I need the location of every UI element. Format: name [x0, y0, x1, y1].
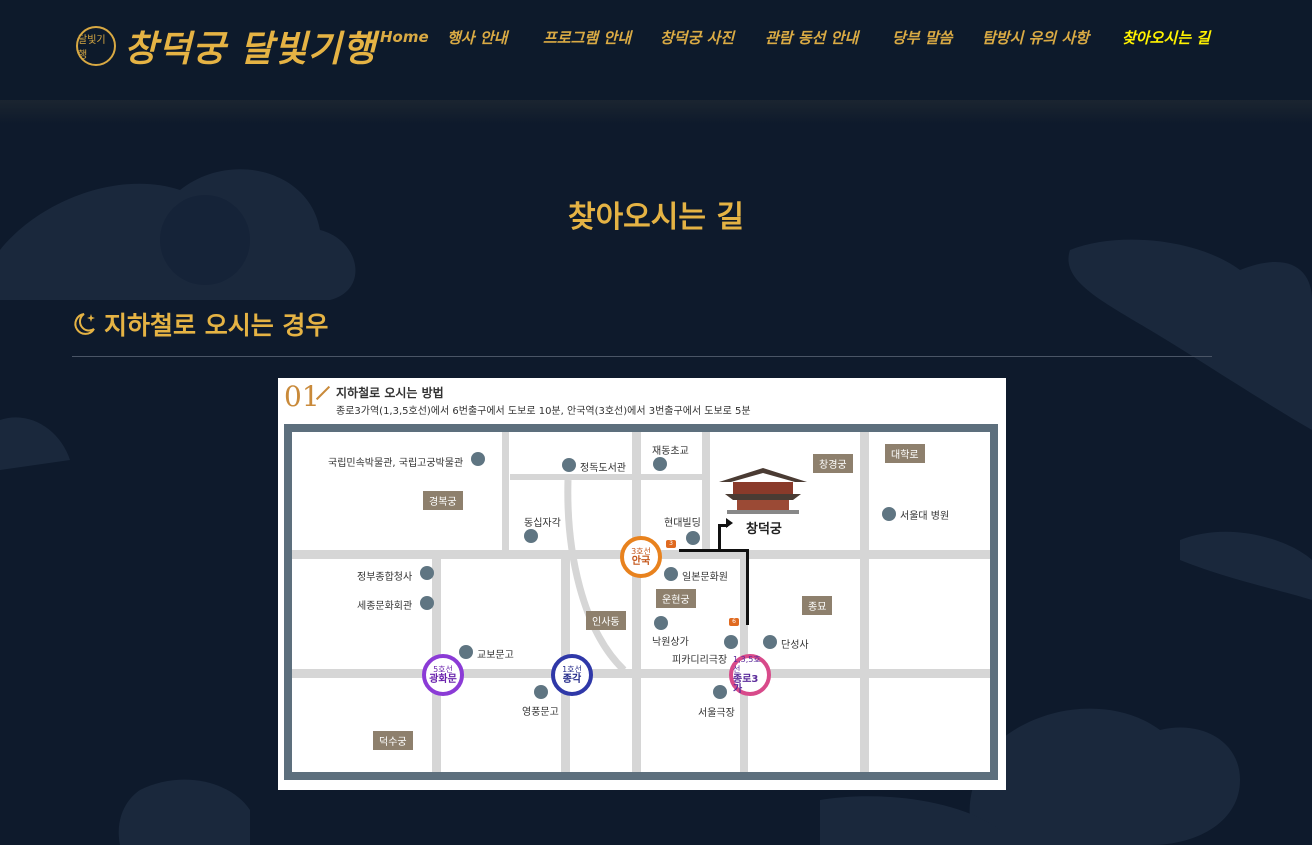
section-title: 지하철로 오시는 경우 — [104, 311, 329, 340]
station-name: 안국 — [631, 556, 651, 567]
moon-star-icon — [74, 313, 95, 335]
nav-item-route-guide[interactable]: 관람 동선 안내 — [765, 27, 858, 48]
place-marker — [562, 458, 576, 472]
section-heading: 지하철로 오시는 경우 — [72, 306, 328, 342]
place-label: 정부종합청사 — [357, 572, 413, 583]
area-tag: 대학로 — [885, 444, 925, 463]
nav-item-event-info[interactable]: 행사 안내 — [447, 27, 507, 48]
place-marker — [713, 685, 727, 699]
nav-item-program-info[interactable]: 프로그램 안내 — [543, 27, 631, 48]
top-navigation-bar: 달빛기행 창덕궁 달빛기행 Home 행사 안내 프로그램 안내 창덕궁 사진 … — [0, 0, 1312, 100]
logo-text: 창덕궁 달빛기행 — [124, 28, 377, 70]
place-label: 단성사 — [781, 640, 809, 651]
logo-emblem-text: 달빛기행 — [78, 35, 106, 61]
place-label: 재동초교 — [652, 446, 689, 457]
map-step-number: 01 — [284, 380, 320, 413]
exit-badge: 3 — [666, 540, 676, 548]
place-marker — [653, 457, 667, 471]
route-line — [721, 549, 749, 552]
curved-road — [564, 480, 627, 673]
place-label: 서울극장 — [698, 708, 735, 719]
main-nav: Home 행사 안내 프로그램 안내 창덕궁 사진 관람 동선 안내 당부 말씀… — [380, 25, 1212, 49]
area-tag: 경복궁 — [423, 491, 463, 510]
place-label: 교보문고 — [477, 650, 514, 661]
station-gwanghwamun: 5호선 광화문 — [422, 654, 464, 696]
nav-item-home[interactable]: Home — [380, 28, 429, 46]
route-arrow-icon — [726, 518, 733, 528]
place-label: 피카디리극장 — [672, 655, 728, 666]
directions-map: 01 지하철로 오시는 방법 종로3가역(1,3,5호선)에서 6번출구에서 도… — [278, 378, 1006, 790]
place-label: 영풍문고 — [522, 707, 559, 718]
exit-badge: 6 — [729, 618, 739, 626]
area-tag: 덕수궁 — [373, 731, 413, 750]
place-marker — [654, 616, 668, 630]
place-label: 정독도서관 — [580, 463, 626, 474]
place-marker — [686, 531, 700, 545]
place-label: 서울대 병원 — [900, 511, 950, 522]
place-label: 동십자각 — [524, 518, 561, 529]
area-tag: 창경궁 — [813, 454, 853, 473]
road — [702, 432, 710, 550]
landmark-label: 창덕궁 — [746, 522, 782, 537]
place-marker — [459, 645, 473, 659]
station-name: 광화문 — [429, 674, 457, 685]
map-frame: 국립민속박물관, 국립고궁박물관 정독도서관 재동초교 동십자각 현대빌딩 창덕… — [284, 424, 998, 780]
place-label: 현대빌딩 — [664, 518, 701, 529]
map-subtitle: 종로3가역(1,3,5호선)에서 6번출구에서 도보로 10분, 안국역(3호선… — [336, 406, 751, 417]
area-tag: 종묘 — [802, 596, 833, 615]
nav-item-notice[interactable]: 당부 말씀 — [892, 27, 952, 48]
place-marker — [763, 635, 777, 649]
area-tag: 운현궁 — [656, 589, 696, 608]
map-title: 지하철로 오시는 방법 — [336, 386, 444, 400]
route-line — [718, 525, 721, 551]
road — [502, 432, 509, 550]
place-marker — [420, 596, 434, 610]
place-marker — [664, 567, 678, 581]
logo-emblem-icon: 달빛기행 — [76, 26, 116, 66]
nav-item-directions[interactable]: 찾아오시는 길 — [1122, 27, 1210, 48]
palace-illustration — [719, 468, 807, 514]
site-logo[interactable]: 달빛기행 창덕궁 달빛기행 — [76, 24, 376, 70]
place-label: 낙원상가 — [652, 637, 689, 648]
station-name: 종로3가 — [733, 674, 759, 695]
topbar-shadow — [0, 100, 1312, 124]
station-name: 종각 — [562, 674, 582, 685]
nav-item-photos[interactable]: 창덕궁 사진 — [660, 27, 734, 48]
nav-item-precautions[interactable]: 탐방시 유의 사항 — [982, 27, 1089, 48]
page-title: 찾아오시는 길 — [567, 200, 745, 235]
place-marker — [524, 529, 538, 543]
map-area: 국립민속박물관, 국립고궁박물관 정독도서관 재동초교 동십자각 현대빌딩 창덕… — [292, 432, 990, 772]
road — [860, 432, 869, 772]
route-line — [746, 549, 749, 625]
place-label: 국립민속박물관, 국립고궁박물관 — [328, 458, 464, 469]
place-marker — [420, 566, 434, 580]
place-marker — [724, 635, 738, 649]
place-marker — [534, 685, 548, 699]
route-line — [679, 549, 721, 552]
place-label: 세종문화회관 — [357, 601, 413, 612]
station-jonggak: 1호선 종각 — [551, 654, 593, 696]
station-line: 1,3,5호선 — [733, 655, 761, 674]
area-tag: 인사동 — [586, 611, 626, 630]
station-jongno3ga: 1,3,5호선 종로3가 — [729, 654, 771, 696]
place-label: 일본문화원 — [682, 572, 728, 583]
section-divider — [72, 356, 1212, 357]
place-marker — [471, 452, 485, 466]
station-anguk: 3호선 안국 — [620, 536, 662, 578]
place-marker — [882, 507, 896, 521]
